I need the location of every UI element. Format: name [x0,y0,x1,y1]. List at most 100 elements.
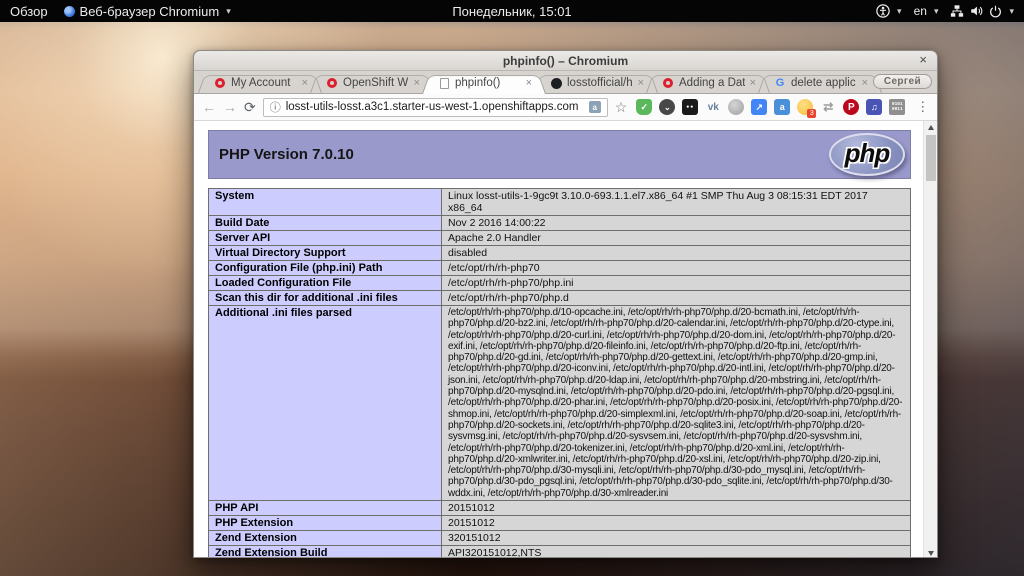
tab-close-icon[interactable]: × [302,77,308,89]
binary-extension-icon[interactable]: 01010011 [889,99,905,115]
window-close-button[interactable]: × [919,52,927,67]
row-value: 320151012 [442,531,911,546]
php-version-title: PHP Version 7.0.10 [219,146,354,163]
tab-my-account[interactable]: My Account × [198,73,322,93]
row-label: PHP API [209,501,442,516]
row-value: /etc/opt/rh/rh-php70/php.d [442,291,911,306]
tab-phpinfo-active[interactable]: phpinfo() × [422,73,546,93]
row-label: System [209,189,442,216]
tab-strip: My Account × OpenShift W × phpinfo() × [194,71,937,94]
table-row: Configuration File (php.ini) Path /etc/o… [209,261,911,276]
page-content: PHP Version 7.0.10 php System Linux loss… [194,121,937,558]
music-extension-icon[interactable]: ♫ [866,99,882,115]
window-title: phpinfo() – Chromium [503,54,628,68]
table-row: Zend Extension Build API320151012,NTS [209,546,911,558]
accessibility-menu-button[interactable]: ▾ [876,4,902,18]
php-logo: php [829,133,905,176]
translate-extension-icon[interactable]: a [774,99,790,115]
page-favicon [438,77,450,89]
keyboard-layout-button[interactable]: en ▾ [914,4,939,18]
row-value: /etc/opt/rh/rh-php70/php.ini [442,276,911,291]
tab-close-icon[interactable]: × [750,77,756,89]
system-status-menu-button[interactable]: ▾ [950,4,1014,18]
table-row: Loaded Configuration File /etc/opt/rh/rh… [209,276,911,291]
scrollbar-down-arrow[interactable] [924,547,937,558]
bookmark-star-icon[interactable]: ☆ [615,99,628,116]
extensions-area: ✓ ⌄ ●● vk ↗ a 3 ⇄ P ♫ 01010011 [636,99,905,115]
openshift-favicon [214,77,226,89]
tab-github[interactable]: losstofficial/h × [534,73,658,93]
google-favicon: G [774,77,786,89]
table-row: Server API Apache 2.0 Handler [209,231,911,246]
grey-circle-extension-icon[interactable] [728,99,744,115]
row-value-ini-list: /etc/opt/rh/rh-php70/php.d/10-opcache.in… [442,306,911,501]
github-favicon [550,77,562,89]
browser-menu-icon[interactable]: ⋮ [916,99,929,115]
browser-toolbar: ← → ⟳ ⓘ losst-utils-losst.a3c1.starter-u… [194,94,937,121]
tab-openshift[interactable]: OpenShift W × [310,73,434,93]
row-value: 20151012 [442,516,911,531]
savefrom-extension-icon[interactable]: ⇄ [820,99,836,115]
page-scrollbar[interactable] [923,121,937,558]
table-row: Additional .ini files parsed /etc/opt/rh… [209,306,911,501]
row-value: disabled [442,246,911,261]
tab-adding-database[interactable]: Adding a Dat × [646,73,770,93]
pinterest-icon[interactable]: P [843,99,859,115]
scrollbar-thumb[interactable] [926,135,936,181]
language-label: en [914,4,927,18]
vk-icon[interactable]: vk [705,99,721,115]
power-icon [989,5,1002,18]
window-titlebar[interactable]: phpinfo() – Chromium × [194,51,937,71]
row-label: Virtual Directory Support [209,246,442,261]
table-row: Scan this dir for additional .ini files … [209,291,911,306]
pocket-icon[interactable]: ⌄ [659,99,675,115]
accessibility-icon [876,4,890,18]
forward-button[interactable]: → [223,100,237,114]
openshift-favicon [662,77,674,89]
url-text[interactable]: losst-utils-losst.a3c1.starter-us-west-1… [286,101,584,113]
back-button[interactable]: ← [202,100,216,114]
tab-label: losstofficial/h [567,77,633,89]
reload-button[interactable]: ⟳ [244,100,256,114]
row-label: Server API [209,231,442,246]
stats-extension-icon[interactable]: ↗ [751,99,767,115]
tab-label: OpenShift W [343,77,409,89]
tab-close-icon[interactable]: × [638,77,644,89]
row-label: Scan this dir for additional .ini files [209,291,442,306]
translate-page-icon[interactable]: a [589,101,601,113]
row-label: Loaded Configuration File [209,276,442,291]
table-row: Build Date Nov 2 2016 14:00:22 [209,216,911,231]
openshift-favicon [326,77,338,89]
row-value: API320151012,NTS [442,546,911,558]
row-value: Nov 2 2016 14:00:22 [442,216,911,231]
lightbulb-extension-icon[interactable]: 3 [797,99,813,115]
volume-icon [969,4,984,18]
site-info-icon[interactable]: ⓘ [270,99,281,115]
browser-window: phpinfo() – Chromium × My Account × Open… [193,50,938,558]
address-bar[interactable]: ⓘ losst-utils-losst.a3c1.starter-us-west… [263,98,608,117]
gnome-top-bar: Обзор Веб-браузер Chromium ▾ Понедельник… [0,0,1024,22]
tab-close-icon[interactable]: × [862,77,868,89]
row-value: Linux losst-utils-1-9gc9t 3.10.0-693.1.1… [442,189,911,216]
network-icon [950,4,964,18]
tab-label: delete applic [791,77,857,89]
tab-close-icon[interactable]: × [526,77,532,89]
scrollbar-up-arrow[interactable] [924,121,937,133]
row-label: Additional .ini files parsed [209,306,442,501]
row-value: Apache 2.0 Handler [442,231,911,246]
table-row: PHP Extension 20151012 [209,516,911,531]
tab-close-icon[interactable]: × [414,77,420,89]
clock[interactable]: Понедельник, 15:01 [0,4,1024,19]
adblock-shield-icon[interactable]: ✓ [636,99,652,115]
tab-delete-application[interactable]: G delete applic × [758,73,882,93]
row-label: PHP Extension [209,516,442,531]
row-label: Zend Extension Build [209,546,442,558]
chevron-down-icon: ▾ [897,6,902,17]
desktop-wallpaper: Обзор Веб-браузер Chromium ▾ Понедельник… [0,0,1024,576]
php-logo-text: php [845,138,890,169]
tab-label: phpinfo() [455,77,521,89]
profile-button[interactable]: Сергей [873,74,932,89]
table-row: PHP API 20151012 [209,501,911,516]
black-extension-icon[interactable]: ●● [682,99,698,115]
phpinfo-table: System Linux losst-utils-1-9gc9t 3.10.0-… [208,188,911,558]
